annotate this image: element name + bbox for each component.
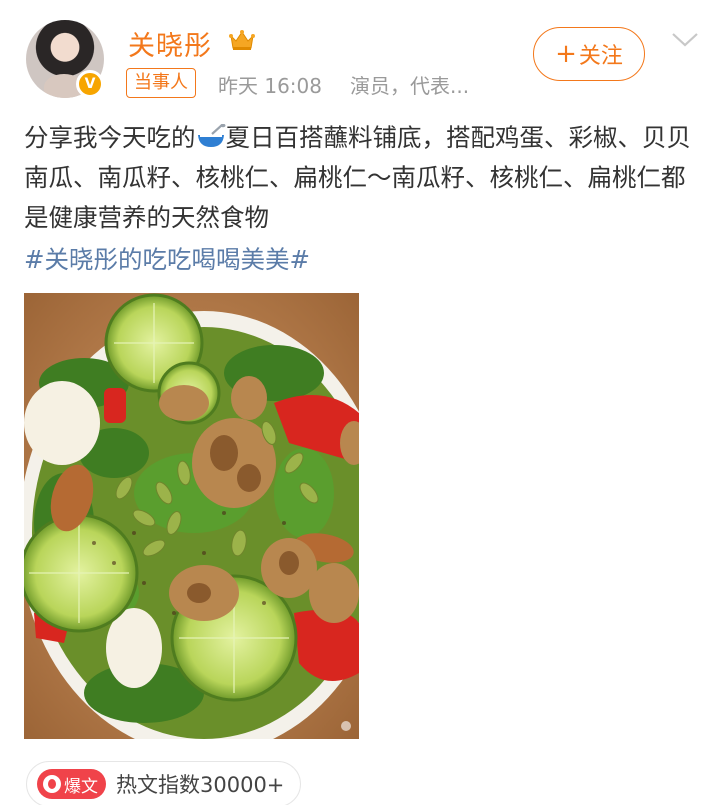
party-tag: 当事人 [126, 68, 196, 98]
post-time: 昨天 16:08 [218, 74, 322, 98]
post-text: 分享我今天吃的 夏日百搭蘸料铺底，搭配鸡蛋、彩椒、贝贝南瓜、南瓜籽、核桃仁、扁桃… [24, 118, 694, 238]
salad-photo[interactable] [24, 293, 359, 739]
user-description: 演员，代表... [350, 74, 470, 98]
chevron-down-icon[interactable] [670, 30, 700, 50]
verified-badge-icon: V [76, 70, 104, 98]
hot-article-icon: 爆文 [37, 769, 106, 799]
flame-icon [43, 775, 61, 793]
username[interactable]: 关晓彤 [128, 24, 212, 63]
follow-button[interactable]: + 关注 [533, 27, 645, 81]
hot-index-badge[interactable]: 爆文 热文指数30000+ [26, 761, 302, 805]
crown-icon [229, 30, 255, 50]
hot-index-label: 热文指数30000+ [116, 773, 285, 797]
follow-label: 关注 [578, 44, 623, 69]
plus-icon: + [555, 39, 577, 69]
weibo-post: V 关晓彤 当事人 昨天 16:08 演员，代表... + 关注 分享我今天吃的… [0, 0, 706, 805]
hot-badge-label: 爆文 [64, 776, 98, 797]
salad-bowl-icon [197, 124, 225, 147]
hashtag-link[interactable]: #关晓彤的吃吃喝喝美美# [24, 240, 310, 280]
post-text-part1: 分享我今天吃的 [24, 123, 196, 152]
